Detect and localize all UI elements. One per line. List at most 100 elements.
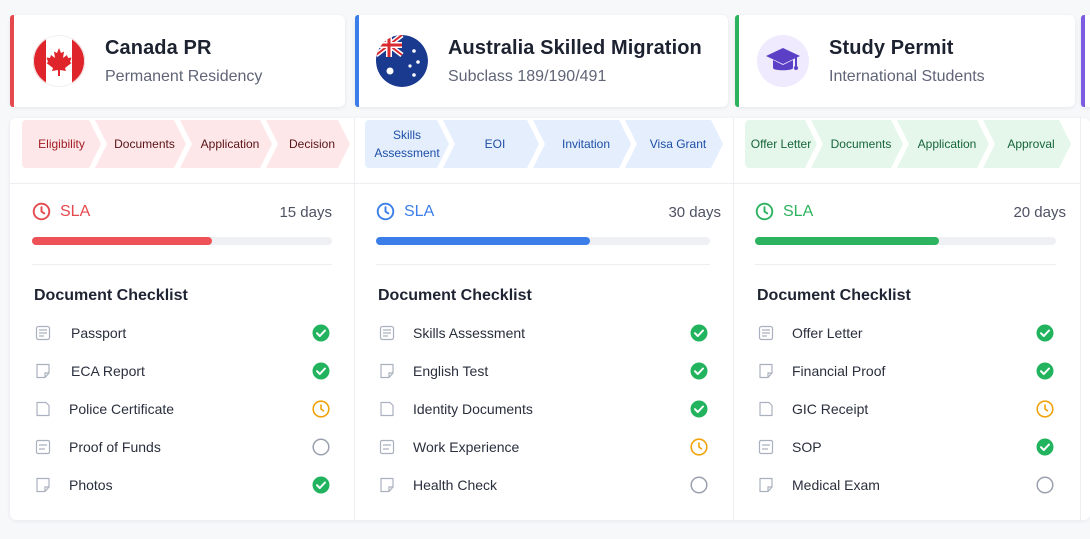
clock-icon bbox=[376, 202, 395, 221]
checklist-title: Document Checklist bbox=[757, 287, 911, 304]
checklist-item[interactable]: Health Check bbox=[378, 466, 712, 504]
document-icon bbox=[378, 438, 396, 456]
sla-progress-bar bbox=[755, 237, 1056, 245]
step-chip[interactable]: Approval bbox=[983, 120, 1071, 168]
document-name: English Test bbox=[413, 363, 489, 379]
program-title: Canada PR bbox=[105, 36, 212, 59]
document-icon bbox=[757, 362, 775, 380]
sla-indicator: SLA bbox=[32, 202, 90, 221]
document-name: SOP bbox=[792, 439, 822, 455]
checklist-title: Document Checklist bbox=[34, 287, 188, 304]
document-icon bbox=[378, 362, 396, 380]
checklist-item[interactable]: Police Certificate bbox=[34, 390, 334, 428]
checklist-item[interactable]: Identity Documents bbox=[378, 390, 712, 428]
document-name: Health Check bbox=[413, 477, 498, 493]
sla-progress-fill bbox=[32, 237, 212, 245]
checklist-item[interactable]: Medical Exam bbox=[757, 466, 1058, 504]
step-chip[interactable]: Skills Assessment bbox=[365, 120, 449, 168]
step-chip[interactable]: Documents bbox=[95, 120, 186, 168]
sla-days: 20 days bbox=[1013, 204, 1066, 221]
checklist-item[interactable]: Offer Letter bbox=[757, 314, 1058, 352]
document-checklist: Skills Assessment English Test Identity … bbox=[378, 314, 712, 504]
divider bbox=[354, 183, 733, 184]
check-circle-icon bbox=[312, 362, 330, 385]
divider bbox=[32, 264, 332, 265]
document-name: Passport bbox=[71, 325, 127, 341]
document-name: Skills Assessment bbox=[413, 325, 526, 341]
step-chip[interactable]: Application bbox=[180, 120, 272, 168]
divider bbox=[10, 183, 354, 184]
step-chip[interactable]: Decision bbox=[266, 120, 350, 168]
sla-label: SLA bbox=[60, 202, 91, 220]
document-name: Financial Proof bbox=[792, 363, 886, 379]
program-card-canada[interactable]: Canada PR Permanent Residency bbox=[10, 15, 345, 107]
checklist-item[interactable]: Financial Proof bbox=[757, 352, 1058, 390]
sla-indicator: SLA bbox=[755, 202, 813, 221]
clock-pending-icon bbox=[1036, 400, 1054, 423]
document-icon bbox=[378, 400, 396, 418]
process-steps: Offer Letter Documents Application Appro… bbox=[745, 120, 1071, 168]
checklist-item[interactable]: Proof of Funds bbox=[34, 428, 334, 466]
step-chip[interactable]: Eligibility bbox=[22, 120, 101, 168]
accent-bar bbox=[10, 15, 14, 107]
sla-progress-bar bbox=[32, 237, 332, 245]
divider bbox=[755, 264, 1056, 265]
clock-pending-icon bbox=[690, 438, 708, 461]
document-checklist: Offer Letter Financial Proof GIC Receipt… bbox=[757, 314, 1058, 504]
document-lines-icon bbox=[378, 324, 396, 342]
canada-flag-icon bbox=[33, 35, 85, 87]
clock-pending-icon bbox=[312, 400, 330, 423]
checklist-item[interactable]: ECA Report bbox=[34, 352, 334, 390]
divider bbox=[376, 264, 710, 265]
sla-progress-bar bbox=[376, 237, 710, 245]
step-chip[interactable]: EOI bbox=[443, 120, 539, 168]
program-subtitle: Permanent Residency bbox=[105, 67, 263, 85]
document-name: Offer Letter bbox=[792, 325, 863, 341]
check-circle-icon bbox=[312, 476, 330, 499]
program-title: Study Permit bbox=[829, 36, 954, 59]
checklist-item[interactable]: Skills Assessment bbox=[378, 314, 712, 352]
accent-bar bbox=[735, 15, 739, 107]
program-column-australia: Skills Assessment EOI Invitation Visa Gr… bbox=[354, 118, 733, 520]
program-card-australia[interactable]: Australia Skilled Migration Subclass 189… bbox=[355, 15, 728, 107]
australia-flag-icon bbox=[376, 35, 428, 87]
program-details-panel: Eligibility Documents Application Decisi… bbox=[10, 118, 1090, 520]
checklist-item[interactable]: GIC Receipt bbox=[757, 390, 1058, 428]
document-icon bbox=[757, 400, 775, 418]
sla-progress-fill bbox=[755, 237, 939, 245]
checklist-item[interactable]: Passport bbox=[34, 314, 334, 352]
process-steps: Skills Assessment EOI Invitation Visa Gr… bbox=[365, 120, 723, 168]
clock-icon bbox=[755, 202, 774, 221]
document-icon bbox=[34, 476, 52, 494]
sla-days: 30 days bbox=[668, 204, 721, 221]
document-icon bbox=[34, 362, 52, 380]
step-chip[interactable]: Invitation bbox=[533, 120, 631, 168]
empty-circle-icon bbox=[312, 438, 330, 461]
document-icon bbox=[757, 476, 775, 494]
checklist-item[interactable]: Photos bbox=[34, 466, 334, 504]
accent-bar bbox=[355, 15, 359, 107]
document-name: ECA Report bbox=[71, 363, 145, 379]
check-circle-icon bbox=[690, 362, 708, 385]
clock-icon bbox=[32, 202, 51, 221]
step-chip[interactable]: Application bbox=[897, 120, 989, 168]
sla-indicator: SLA bbox=[376, 202, 434, 221]
step-chip[interactable]: Visa Grant bbox=[625, 120, 723, 168]
program-card-study[interactable]: Study Permit International Students bbox=[735, 15, 1075, 107]
document-icon bbox=[34, 400, 52, 418]
graduation-cap-icon bbox=[757, 35, 809, 87]
check-circle-icon bbox=[312, 324, 330, 347]
document-name: Identity Documents bbox=[413, 401, 533, 417]
checklist-item[interactable]: SOP bbox=[757, 428, 1058, 466]
step-chip[interactable]: Documents bbox=[811, 120, 903, 168]
document-name: Medical Exam bbox=[792, 477, 880, 493]
document-name: Work Experience bbox=[413, 439, 520, 455]
checklist-item[interactable]: Work Experience bbox=[378, 428, 712, 466]
program-card-partial[interactable] bbox=[1081, 15, 1090, 107]
check-circle-icon bbox=[690, 400, 708, 423]
document-name: GIC Receipt bbox=[792, 401, 869, 417]
check-circle-icon bbox=[1036, 324, 1054, 347]
step-chip[interactable]: Offer Letter bbox=[745, 120, 817, 168]
document-name: Proof of Funds bbox=[69, 439, 161, 455]
checklist-item[interactable]: English Test bbox=[378, 352, 712, 390]
